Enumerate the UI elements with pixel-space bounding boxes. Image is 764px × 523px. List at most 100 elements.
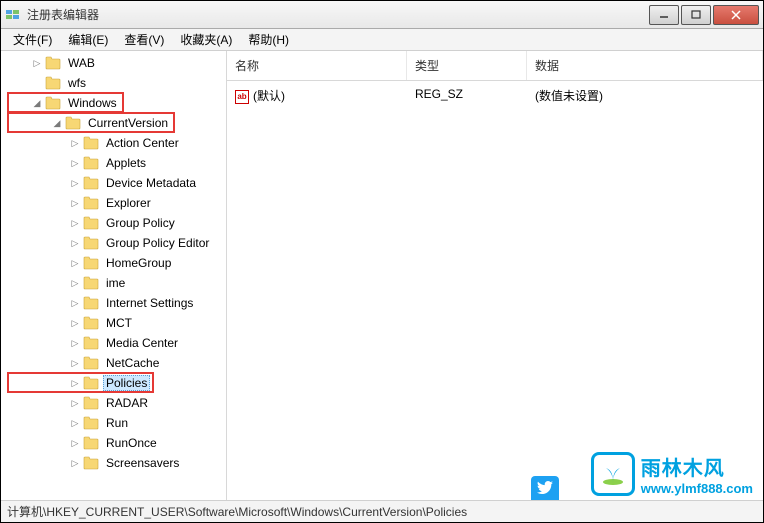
content-area: ▷WABwfs◢Windows◢CurrentVersion▷Action Ce… — [1, 51, 763, 500]
expander-icon[interactable]: ▷ — [31, 58, 43, 69]
tree-item-wfs[interactable]: wfs — [1, 73, 226, 93]
col-header-name[interactable]: 名称 — [227, 51, 407, 80]
folder-icon — [83, 236, 99, 250]
folder-icon — [83, 356, 99, 370]
tree-item-label: Policies — [103, 375, 150, 391]
folder-icon — [83, 296, 99, 310]
expander-icon[interactable]: ▷ — [69, 218, 81, 229]
cell-name: ab (默认) — [227, 85, 407, 106]
folder-icon — [83, 396, 99, 410]
statusbar-path: 计算机\HKEY_CURRENT_USER\Software\Microsoft… — [7, 503, 467, 520]
list-pane: 名称 类型 数据 ab (默认) REG_SZ (数值未设置) — [227, 51, 763, 500]
tree-item-applets[interactable]: ▷ Applets — [1, 153, 226, 173]
tree-item-label: Applets — [103, 155, 149, 171]
expander-icon[interactable]: ▷ — [69, 178, 81, 189]
tree-item-label: Device Metadata — [103, 175, 199, 191]
tree-item-label: RADAR — [103, 395, 151, 411]
tree-item-label: Windows — [65, 95, 120, 111]
expander-icon[interactable]: ▷ — [69, 138, 81, 149]
menu-edit[interactable]: 编辑(E) — [60, 29, 116, 50]
cell-data: (数值未设置) — [527, 85, 763, 106]
statusbar: 计算机\HKEY_CURRENT_USER\Software\Microsoft… — [1, 500, 763, 522]
expander-icon[interactable]: ▷ — [69, 338, 81, 349]
expander-icon[interactable]: ▷ — [69, 418, 81, 429]
expander-icon[interactable]: ◢ — [31, 98, 43, 109]
minimize-button[interactable] — [649, 5, 679, 25]
folder-icon — [65, 116, 81, 130]
folder-icon — [83, 316, 99, 330]
expander-icon[interactable]: ◢ — [51, 118, 63, 129]
window-title: 注册表编辑器 — [27, 6, 647, 23]
folder-icon — [83, 456, 99, 470]
expander-icon[interactable]: ▷ — [69, 258, 81, 269]
tree-item-label: CurrentVersion — [85, 115, 171, 131]
maximize-button[interactable] — [681, 5, 711, 25]
tree-item-mct[interactable]: ▷ MCT — [1, 313, 226, 333]
folder-icon — [83, 196, 99, 210]
tree-item-label: Group Policy Editor — [103, 235, 212, 251]
menu-help[interactable]: 帮助(H) — [240, 29, 297, 50]
col-header-type[interactable]: 类型 — [407, 51, 527, 80]
expander-icon[interactable]: ▷ — [69, 378, 81, 389]
tree-item-label: WAB — [65, 55, 98, 71]
tree-item-screensavers[interactable]: ▷Screensavers — [1, 453, 226, 473]
expander-icon[interactable]: ▷ — [69, 198, 81, 209]
tree-item-windows[interactable]: ◢ Windows — [1, 93, 226, 113]
tree-item-label: wfs — [65, 75, 89, 91]
tree-item-netcache[interactable]: ▷NetCache — [1, 353, 226, 373]
tree-item-currentversion[interactable]: ◢ CurrentVersion — [1, 113, 226, 133]
tree-item-device-metadata[interactable]: ▷ Device Metadata — [1, 173, 226, 193]
folder-icon — [83, 416, 99, 430]
tree-item-ime[interactable]: ▷ ime — [1, 273, 226, 293]
app-icon — [5, 7, 21, 23]
list-row[interactable]: ab (默认) REG_SZ (数值未设置) — [227, 81, 763, 110]
menubar: 文件(F) 编辑(E) 查看(V) 收藏夹(A) 帮助(H) — [1, 29, 763, 51]
tree-item-run[interactable]: ▷ Run — [1, 413, 226, 433]
cell-type: REG_SZ — [407, 85, 527, 106]
expander-icon[interactable]: ▷ — [69, 158, 81, 169]
folder-icon — [83, 436, 99, 450]
tree-item-internet-settings[interactable]: ▷ Internet Settings — [1, 293, 226, 313]
folder-icon — [45, 76, 61, 90]
tree-item-label: Media Center — [103, 335, 181, 351]
tree-item-explorer[interactable]: ▷ Explorer — [1, 193, 226, 213]
folder-icon — [83, 336, 99, 350]
menu-file[interactable]: 文件(F) — [5, 29, 60, 50]
menu-view[interactable]: 查看(V) — [116, 29, 172, 50]
folder-icon — [83, 176, 99, 190]
tree-item-policies[interactable]: ▷ Policies — [1, 373, 226, 393]
expander-icon[interactable]: ▷ — [69, 278, 81, 289]
tree-item-group-policy-editor[interactable]: ▷ Group Policy Editor — [1, 233, 226, 253]
titlebar: 注册表编辑器 — [1, 1, 763, 29]
tree-item-group-policy[interactable]: ▷Group Policy — [1, 213, 226, 233]
tree-item-label: MCT — [103, 315, 135, 331]
window-controls — [647, 5, 759, 25]
folder-icon — [83, 376, 99, 390]
close-button[interactable] — [713, 5, 759, 25]
expander-icon[interactable]: ▷ — [69, 438, 81, 449]
tree-pane[interactable]: ▷WABwfs◢Windows◢CurrentVersion▷Action Ce… — [1, 51, 227, 500]
tree-item-homegroup[interactable]: ▷HomeGroup — [1, 253, 226, 273]
col-header-data[interactable]: 数据 — [527, 51, 763, 80]
tree-item-action-center[interactable]: ▷Action Center — [1, 133, 226, 153]
tree-item-label: Run — [103, 415, 131, 431]
tree-item-label: ime — [103, 275, 128, 291]
tree-item-radar[interactable]: ▷ RADAR — [1, 393, 226, 413]
expander-icon[interactable]: ▷ — [69, 318, 81, 329]
string-value-icon: ab — [235, 90, 249, 104]
tree-item-media-center[interactable]: ▷ Media Center — [1, 333, 226, 353]
expander-icon[interactable]: ▷ — [69, 298, 81, 309]
folder-icon — [83, 256, 99, 270]
tree-item-runonce[interactable]: ▷ RunOnce — [1, 433, 226, 453]
tree-item-label: Internet Settings — [103, 295, 196, 311]
expander-icon[interactable]: ▷ — [69, 458, 81, 469]
folder-icon — [45, 96, 61, 110]
value-name: (默认) — [253, 89, 285, 103]
expander-icon[interactable]: ▷ — [69, 398, 81, 409]
expander-icon[interactable]: ▷ — [69, 358, 81, 369]
menu-favorites[interactable]: 收藏夹(A) — [172, 29, 240, 50]
tree-item-label: Explorer — [103, 195, 154, 211]
tree-item-label: RunOnce — [103, 435, 160, 451]
tree-item-wab[interactable]: ▷ WAB — [1, 53, 226, 73]
expander-icon[interactable]: ▷ — [69, 238, 81, 249]
